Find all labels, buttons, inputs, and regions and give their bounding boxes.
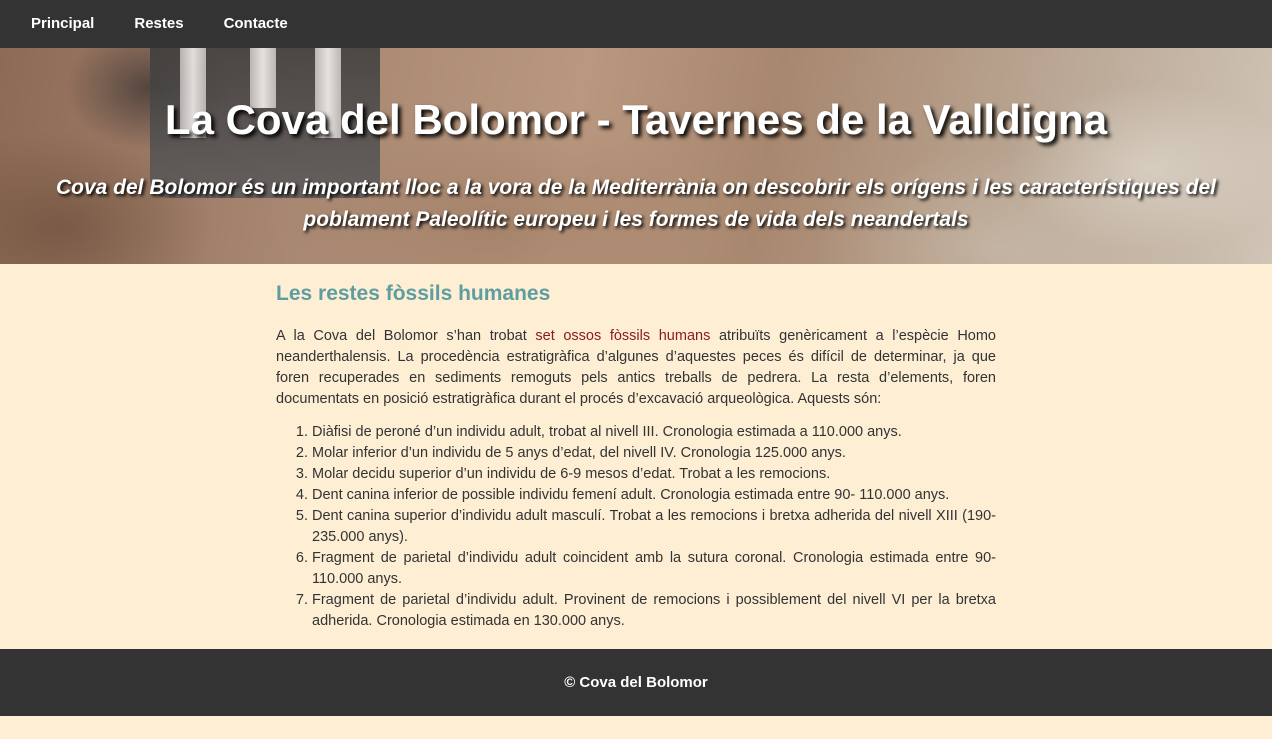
list-item: Fragment de parietal d’individu adult. P… xyxy=(312,590,996,632)
footer-copyright: © Cova del Bolomor xyxy=(564,674,708,691)
fossil-list: Diàfisi de peroné d’un individu adult, t… xyxy=(276,422,996,632)
list-item: Molar decidu superior d’un individu de 6… xyxy=(312,464,996,485)
top-navbar: Principal Restes Contacte xyxy=(0,0,1272,48)
hero-subtitle: Cova del Bolomor és un important lloc a … xyxy=(55,176,1217,231)
nav-link-restes[interactable]: Restes xyxy=(114,0,203,48)
list-item: Fragment de parietal d’individu adult co… xyxy=(312,548,996,590)
list-item: Molar inferior d’un individu de 5 anys d… xyxy=(312,443,996,464)
nav-link-contacte[interactable]: Contacte xyxy=(204,0,308,48)
list-item: Dent canina superior d’individu adult ma… xyxy=(312,506,996,548)
nav-link-principal[interactable]: Principal xyxy=(11,0,114,48)
main-content: Les restes fòssils humanes A la Cova del… xyxy=(276,264,996,649)
intro-text-start: A la Cova del Bolomor s’han trobat xyxy=(276,328,536,344)
hero-banner: La Cova del Bolomor - Tavernes de la Val… xyxy=(0,48,1272,264)
list-item: Diàfisi de peroné d’un individu adult, t… xyxy=(312,422,996,443)
section-heading: Les restes fòssils humanes xyxy=(276,282,551,305)
page-footer: © Cova del Bolomor xyxy=(0,649,1272,716)
hero-title: La Cova del Bolomor - Tavernes de la Val… xyxy=(164,96,1108,143)
intro-paragraph: A la Cova del Bolomor s’han trobat set o… xyxy=(276,326,996,410)
fossils-link[interactable]: set ossos fòssils humans xyxy=(535,328,710,344)
list-item: Dent canina inferior de possible individ… xyxy=(312,485,996,506)
